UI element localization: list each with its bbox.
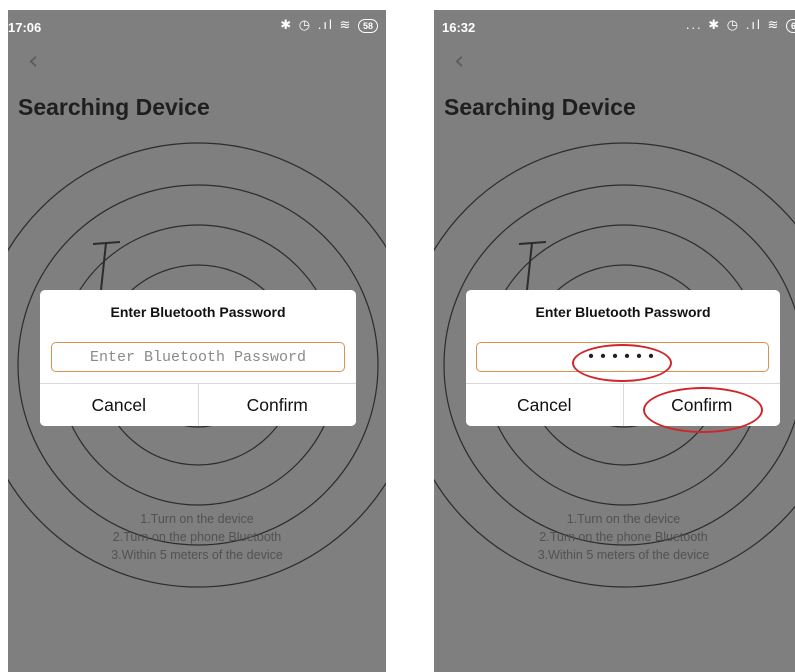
cancel-button[interactable]: Cancel xyxy=(466,384,624,426)
phone-screen-right: 16:32 ... ✱ ◷ .ıl ≋ 6 ‹ Searching Device… xyxy=(434,10,795,672)
instruction-line: 2.Turn on the phone Bluetooth xyxy=(539,530,708,544)
status-bar: 17:06 ✱ ◷ .ıl ≋ 58 xyxy=(8,10,386,38)
instruction-line: 1.Turn on the device xyxy=(566,512,681,526)
instruction-line: 1.Turn on the device xyxy=(140,512,254,526)
bluetooth-password-dialog: Enter Bluetooth Password Cancel Confirm xyxy=(40,290,356,426)
status-time: 16:32 xyxy=(442,20,476,35)
bluetooth-password-input[interactable] xyxy=(51,342,345,372)
status-bar: 16:32 ... ✱ ◷ .ıl ≋ 6 xyxy=(434,10,795,38)
instructions: 1.Turn on the device 2.Turn on the phone… xyxy=(8,510,386,564)
dialog-actions: Cancel Confirm xyxy=(40,383,356,426)
status-icons: ... ✱ ◷ .ıl ≋ 6 xyxy=(686,17,795,33)
chevron-left-icon: ‹ xyxy=(454,46,465,76)
page-title: Searching Device xyxy=(18,94,210,120)
battery-icon: 58 xyxy=(357,19,378,33)
status-icons-glyphs: ... ✱ ◷ .ıl ≋ xyxy=(685,17,781,32)
status-time: 17:06 xyxy=(8,20,42,35)
dialog-title: Enter Bluetooth Password xyxy=(535,304,711,320)
page-title: Searching Device xyxy=(444,94,636,120)
scooter-icon xyxy=(518,241,547,291)
instruction-line: 3.Within 5 meters of the device xyxy=(537,548,710,562)
password-highlight-circle xyxy=(572,344,672,382)
confirm-button[interactable]: Confirm xyxy=(198,384,356,426)
status-icons-glyphs: ✱ ◷ .ıl ≋ xyxy=(280,17,353,32)
back-button[interactable]: ‹ xyxy=(28,48,38,74)
battery-icon: 6 xyxy=(785,19,795,33)
back-button[interactable]: ‹ xyxy=(454,48,464,74)
instruction-line: 3.Within 5 meters of the device xyxy=(111,548,283,562)
status-icons: ✱ ◷ .ıl ≋ 58 xyxy=(280,17,378,33)
cancel-button[interactable]: Cancel xyxy=(40,384,199,426)
chevron-left-icon: ‹ xyxy=(28,46,39,76)
scooter-icon xyxy=(92,241,121,291)
instructions: 1.Turn on the device 2.Turn on the phone… xyxy=(434,510,795,564)
instruction-line: 2.Turn on the phone Bluetooth xyxy=(112,530,282,544)
confirm-highlight-circle xyxy=(643,387,763,433)
phone-screen-left: 17:06 ✱ ◷ .ıl ≋ 58 ‹ Searching Device 1.… xyxy=(8,10,386,672)
dialog-title: Enter Bluetooth Password xyxy=(110,304,286,320)
